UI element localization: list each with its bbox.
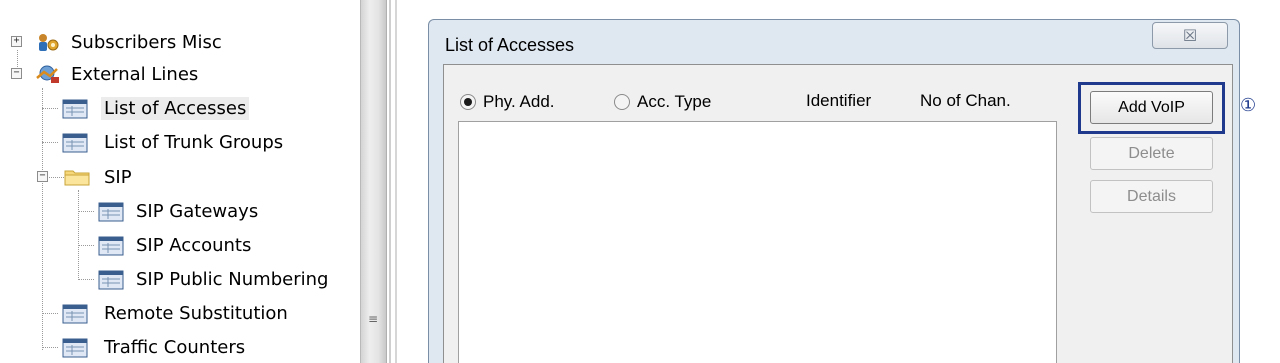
tree-item-sip-accounts[interactable]: SIP Accounts [0,230,300,260]
tree-item-label: List of Trunk Groups [104,131,284,153]
column-header-identifier: Identifier [806,91,871,111]
tree-item-sip-gateways[interactable]: SIP Gateways [0,196,300,226]
add-voip-button[interactable]: Add VoIP [1090,91,1213,124]
tree-item-label: SIP Public Numbering [136,268,329,290]
tree-item-external-lines[interactable]: − External Lines [0,59,260,89]
column-label: Identifier [806,91,872,110]
table-window-icon [62,338,88,358]
callout-marker: ① [1240,95,1257,116]
gear-person-icon [39,34,59,51]
tree-item-traffic-counters[interactable]: Traffic Counters [0,332,300,362]
tree-item-label: List of Accesses [101,96,250,120]
navigation-tree: + Subscribers Misc − External Lines List… [0,0,357,363]
tree-item-label: Subscribers Misc [71,31,222,53]
tree-item-sip-public-numbering[interactable]: SIP Public Numbering [0,264,340,294]
column-label: Phy. Add. [483,92,555,111]
close-icon: ☒ [1182,26,1198,45]
table-window-icon [98,236,124,256]
tree-item-subscribers-misc[interactable]: + Subscribers Misc [0,27,260,57]
collapse-icon[interactable]: − [11,68,22,79]
details-button[interactable]: Details [1090,180,1213,213]
table-window-icon [62,133,88,153]
expand-icon[interactable]: + [11,36,22,47]
close-button[interactable]: ☒ [1152,22,1228,49]
tree-item-remote-substitution[interactable]: Remote Substitution [0,298,320,328]
sort-radio-acc-type[interactable]: Acc. Type [614,92,711,112]
column-header-no-of-chan: No of Chan. [920,91,1011,111]
sort-radio-phy-add[interactable]: Phy. Add. [460,92,555,112]
splitter-grip-icon[interactable]: ≡ [368,312,378,326]
tree-item-label: SIP [104,166,132,188]
accesses-list[interactable] [458,121,1057,363]
table-window-icon [98,202,124,222]
divider [389,0,391,363]
table-window-icon [62,99,88,119]
radio-unselected-icon[interactable] [614,94,630,110]
tree-item-label: SIP Accounts [136,234,252,256]
tree-item-label: External Lines [71,63,199,85]
dialog-title: List of Accesses [445,35,575,55]
tree-item-list-of-trunk-groups[interactable]: List of Trunk Groups [0,127,300,157]
folder-icon [64,170,90,186]
tree-item-sip[interactable]: − SIP [0,162,200,192]
tree-item-label: Remote Substitution [104,302,288,324]
tree-item-label: Traffic Counters [104,336,246,358]
network-icon [36,65,59,83]
divider [395,0,397,363]
radio-selected-icon[interactable] [460,94,476,110]
tree-item-label: SIP Gateways [136,200,259,222]
table-window-icon [98,270,124,290]
panel-splitter[interactable] [360,0,387,363]
collapse-icon[interactable]: − [37,171,48,182]
delete-button[interactable]: Delete [1090,137,1213,170]
column-label: No of Chan. [920,91,1011,110]
tree-item-list-of-accesses[interactable]: List of Accesses [0,93,260,123]
column-label: Acc. Type [637,92,712,111]
table-window-icon [62,304,88,324]
